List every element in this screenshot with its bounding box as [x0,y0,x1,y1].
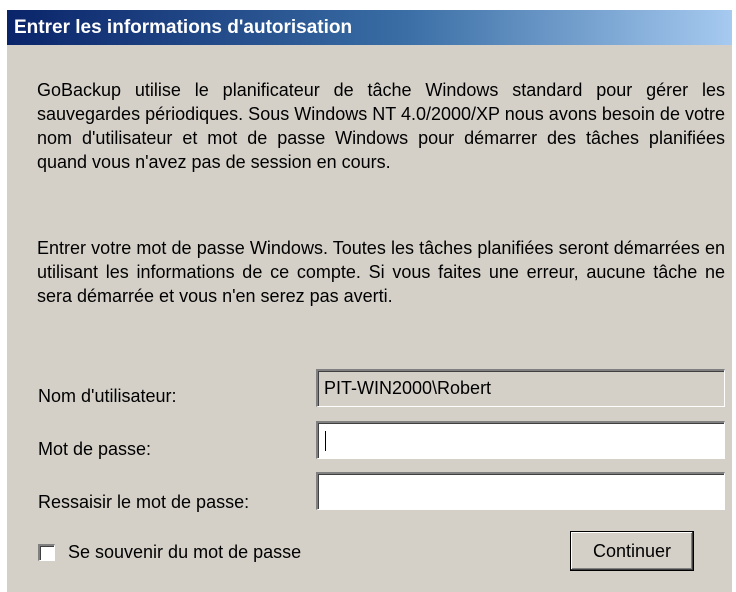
remember-password-label[interactable]: Se souvenir du mot de passe [68,542,301,563]
remember-password-checkbox[interactable] [38,544,55,561]
dialog-title: Entrer les informations d'autorisation [7,10,732,45]
username-label: Nom d'utilisateur: [38,386,177,406]
instruction-paragraph: Entrer votre mot de passe Windows. Toute… [37,238,725,306]
confirm-password-label: Ressaisir le mot de passe: [38,492,250,512]
password-field[interactable] [316,421,725,459]
password-label: Mot de passe: [38,439,152,459]
text-cursor [325,431,326,451]
confirm-password-field[interactable] [316,472,725,510]
authorization-dialog: Entrer les informations d'autorisation G… [6,9,732,592]
continue-button[interactable]: Continuer [570,531,694,571]
intro-paragraph: GoBackup utilise le planificateur de tâc… [37,80,725,172]
username-field[interactable] [316,369,725,407]
